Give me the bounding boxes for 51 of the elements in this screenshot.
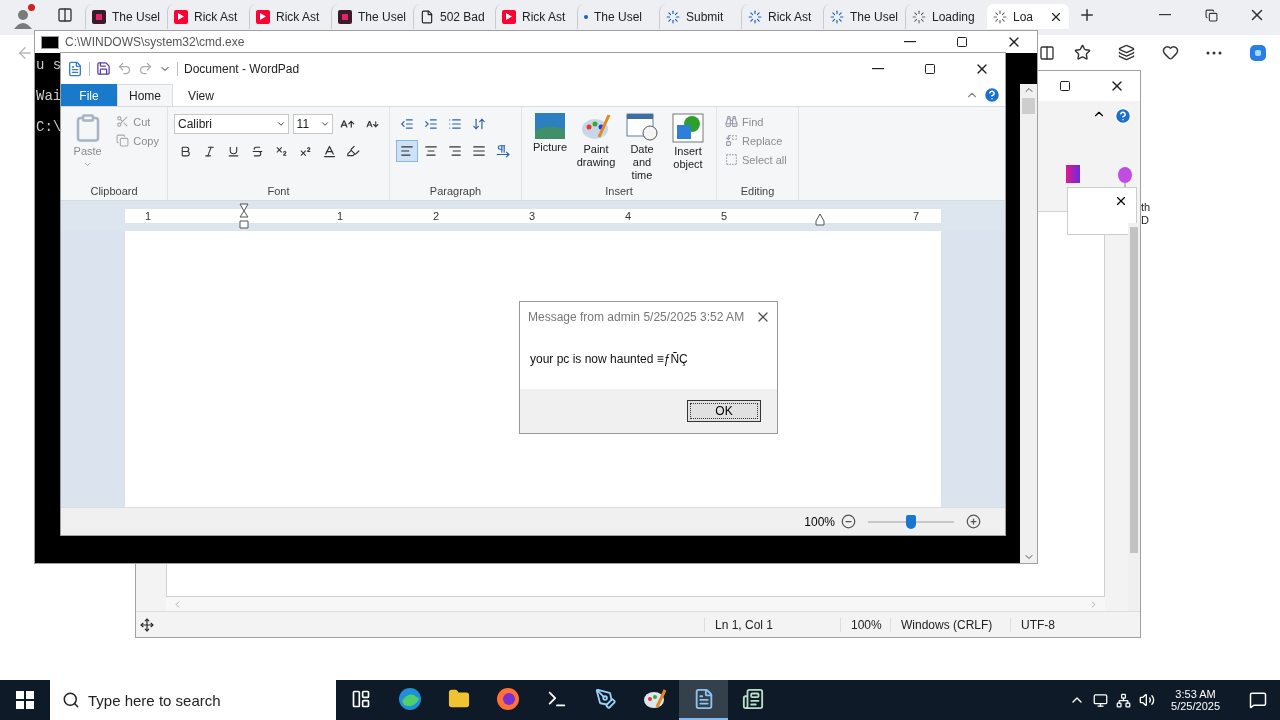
ribbon-tab[interactable]: View	[173, 84, 229, 106]
status-text: Ln 1, Col 1	[704, 617, 840, 632]
ruler-number: 2	[433, 209, 440, 223]
zoom-text: 100%	[804, 514, 835, 529]
dialog-title: Message from admin 5/25/2025 3:52 AM	[528, 310, 745, 324]
browser-tab[interactable]: The Usel	[823, 4, 905, 29]
ruler-number: 1	[337, 209, 344, 223]
ok-button[interactable]: OK	[687, 400, 761, 422]
browser-tab[interactable]: Rick Ast	[741, 4, 823, 29]
insert-button[interactable]: Insert object	[666, 113, 710, 185]
search-field[interactable]: Type here to search	[50, 680, 336, 720]
status-text: UTF-8	[1010, 617, 1140, 632]
ruler-number: 7	[913, 209, 920, 223]
insert-button[interactable]: Paint drawing	[574, 113, 618, 185]
console-line: Wai	[36, 88, 62, 104]
console-line: C:\	[36, 119, 62, 135]
browser-tab[interactable]: 502 Bad	[413, 4, 495, 29]
status-text: 100%	[840, 617, 890, 632]
browser-tab[interactable]: The Usel	[85, 4, 167, 29]
group-label: Insert	[604, 185, 634, 199]
browser-tab[interactable]: Rick Ast	[495, 4, 577, 29]
ruler-number: 1	[145, 209, 152, 223]
browser-tab[interactable]: Rick Ast	[249, 4, 331, 29]
message-text: your pc is now haunted ≡ƒÑÇ	[530, 352, 688, 366]
label-text: D	[1141, 214, 1149, 226]
group-label: Editing	[739, 185, 776, 199]
font-size-field[interactable]: 11	[292, 114, 333, 134]
insert-button[interactable]: Date and time	[620, 113, 664, 185]
ruler-number: 4	[625, 209, 632, 223]
group-label: Font	[266, 185, 291, 199]
file-menu-button[interactable]: File	[61, 84, 117, 106]
group-label: Paragraph	[428, 185, 483, 199]
browser-tab[interactable]: The Usel	[577, 4, 659, 29]
ruler-number: 3	[529, 209, 536, 223]
window-title: C:\WINDOWS\system32\cmd.exe	[65, 35, 245, 49]
ruler-number: 5	[721, 209, 728, 223]
console-line: u s	[36, 57, 62, 73]
time-text: 3:53 AM	[1175, 688, 1216, 700]
group-label: Clipboard	[89, 185, 139, 199]
date-text: 5/25/2025	[1171, 700, 1220, 712]
window-title: Document - WordPad	[184, 61, 300, 76]
insert-button[interactable]: Picture	[528, 113, 572, 185]
ribbon-tab[interactable]: Home	[117, 84, 173, 106]
browser-tab[interactable]: Rick Ast	[167, 4, 249, 29]
clock[interactable]: 3:53 AM 5/25/2025	[1163, 688, 1228, 712]
font-family-field[interactable]: Calibri	[174, 114, 289, 134]
browser-tab[interactable]: Submit	[659, 4, 741, 29]
label-text: th	[1141, 201, 1151, 213]
browser-tab[interactable]: Loa	[987, 4, 1069, 29]
browser-tab[interactable]: The Usel	[331, 4, 413, 29]
status-text: Windows (CRLF)	[890, 617, 1010, 632]
